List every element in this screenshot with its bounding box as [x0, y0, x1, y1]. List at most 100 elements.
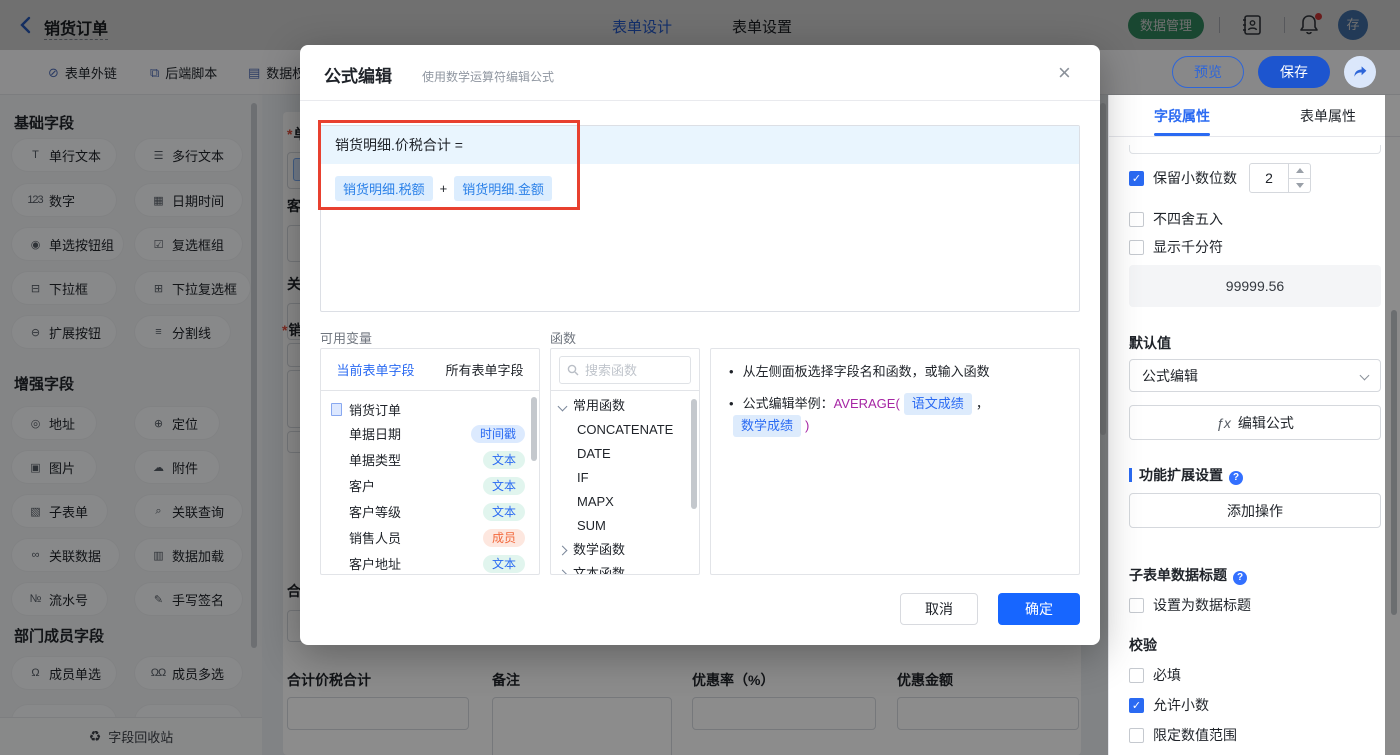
variable-name: 客户 [349, 479, 376, 494]
variable-name: 客户等级 [349, 505, 402, 520]
function-group-math[interactable]: 数学函数 [551, 538, 699, 562]
preview-button[interactable]: 预览 [1172, 56, 1244, 88]
question-icon[interactable]: ? [1229, 471, 1243, 485]
required-checkbox[interactable] [1129, 667, 1144, 683]
confirm-button[interactable]: 确定 [998, 593, 1080, 625]
group-label: 文本函数 [573, 566, 626, 575]
search-icon [567, 364, 579, 375]
search-placeholder: 搜索函数 [585, 363, 638, 378]
decimal-places-row: 保留小数位数 2 [1129, 163, 1311, 193]
share-arrow-icon [1354, 66, 1367, 77]
tab-current-form-fields[interactable]: 当前表单字段 [321, 360, 430, 379]
function-item[interactable]: IF [551, 466, 699, 490]
chevron-down-icon [557, 401, 568, 411]
modal-header-divider [300, 100, 1100, 101]
no-rounding-checkbox[interactable] [1129, 211, 1144, 227]
tab-form-properties[interactable]: 表单属性 [1255, 95, 1400, 136]
fx-icon: ƒx [1216, 414, 1231, 431]
allow-decimal-label: 允许小数 [1153, 697, 1209, 713]
tip-line-2: 公式编辑举例： AVERAGE( 语文成绩 ， 数学成绩 ) [729, 393, 1061, 437]
subform-title-text: 子表单数据标题 [1129, 567, 1227, 583]
cancel-button[interactable]: 取消 [900, 593, 978, 625]
decimal-places-input[interactable]: 2 [1249, 163, 1289, 193]
set-data-title-row: 设置为数据标题 [1129, 595, 1251, 615]
arrow-up-icon [1295, 168, 1304, 174]
function-name: DATE [577, 446, 611, 461]
variable-item[interactable]: 客户 文本 [321, 474, 539, 500]
quantity-stepper[interactable] [1289, 163, 1311, 193]
variables-tabs: 当前表单字段 所有表单字段 [321, 349, 539, 391]
properties-panel: 字段属性 表单属性 保留小数位数 2 不四舍五入 显示千分符 99999.56 … [1108, 95, 1400, 755]
function-item[interactable]: CONCATENATE [551, 418, 699, 442]
extension-title-text: 功能扩展设置 [1139, 467, 1223, 483]
limit-range-checkbox[interactable] [1129, 727, 1144, 743]
group-label: 数学函数 [573, 542, 626, 557]
required-label: 必填 [1153, 667, 1181, 683]
section-bar [1129, 468, 1132, 482]
type-badge: 文本 [482, 451, 525, 469]
no-rounding-row: 不四舍五入 [1129, 209, 1223, 229]
function-group-text[interactable]: 文本函数 [551, 562, 699, 575]
close-icon[interactable]: × [1058, 62, 1071, 84]
variable-item[interactable]: 销售人员 成员 [321, 526, 539, 552]
functions-label: 函数 [550, 331, 577, 346]
panel-edge-dim [1385, 95, 1400, 755]
set-data-title-checkbox[interactable] [1129, 597, 1144, 613]
required-row: 必填 [1129, 665, 1181, 685]
properties-tabs: 字段属性 表单属性 [1109, 95, 1400, 137]
question-icon[interactable]: ? [1233, 571, 1247, 585]
tree-root-form[interactable]: 销货订单 [321, 396, 539, 422]
variable-name: 单据类型 [349, 453, 402, 468]
type-badge: 文本 [482, 503, 525, 521]
variables-label: 可用变量 [320, 331, 373, 346]
tab-field-properties[interactable]: 字段属性 [1109, 95, 1255, 136]
modal-subtitle: 使用数学运算符编辑公式 [422, 70, 555, 84]
fn-close: ) [805, 418, 810, 433]
variable-item[interactable]: 客户等级 文本 [321, 500, 539, 526]
edit-formula-button[interactable]: ƒx 编辑公式 [1129, 405, 1381, 440]
tip-line-1: 从左侧面板选择字段名和函数，或输入函数 [729, 362, 1061, 382]
thousand-separator-checkbox[interactable] [1129, 239, 1144, 255]
arrow-down-icon [1295, 182, 1304, 188]
variable-item[interactable]: 客户地址 文本 [321, 552, 539, 574]
function-item[interactable]: SUM [551, 514, 699, 538]
function-search-input[interactable]: 搜索函数 [559, 355, 691, 384]
select-value: 公式编辑 [1142, 367, 1198, 384]
function-group-common[interactable]: 常用函数 [551, 394, 699, 418]
number-format-preview: 99999.56 [1129, 265, 1381, 307]
decimal-places-checkbox[interactable] [1129, 170, 1144, 186]
document-icon [331, 402, 342, 416]
default-value-select[interactable]: 公式编辑 [1129, 359, 1381, 392]
variable-name: 客户地址 [349, 557, 402, 572]
type-badge: 成员 [482, 529, 525, 547]
function-item[interactable]: MAPX [551, 490, 699, 514]
thousand-separator-label: 显示千分符 [1153, 239, 1223, 255]
thousand-separator-row: 显示千分符 [1129, 237, 1223, 257]
validation-title: 校验 [1129, 637, 1157, 653]
allow-decimal-checkbox[interactable] [1129, 697, 1144, 713]
tip-text: 公式编辑举例： [742, 396, 834, 411]
functions-scrollbar[interactable] [691, 399, 697, 509]
example-chip: 语文成绩 [903, 393, 972, 415]
fn-open: AVERAGE( [833, 396, 900, 411]
variables-scrollbar[interactable] [531, 397, 537, 461]
form-designer-app: 销货订单 表单设计 表单设置 数据管理 存 ⊘ 表单外链 ⧉ 后端脚本 ▤ 数据… [0, 0, 1400, 755]
add-action-button[interactable]: 添加操作 [1129, 493, 1381, 528]
save-button[interactable]: 保存 [1258, 56, 1330, 88]
limit-range-row: 限定数值范围 [1129, 725, 1237, 745]
share-button[interactable] [1344, 56, 1376, 88]
type-badge: 时间戳 [470, 425, 525, 443]
stepper-down[interactable] [1289, 179, 1310, 193]
stepper-up[interactable] [1289, 164, 1310, 179]
variable-item[interactable]: 单据类型 文本 [321, 448, 539, 474]
allow-decimal-row: 允许小数 [1129, 695, 1209, 715]
tab-all-form-fields[interactable]: 所有表单字段 [430, 360, 539, 379]
default-value-title: 默认值 [1129, 335, 1171, 351]
subform-data-title-section: 子表单数据标题? [1129, 565, 1247, 585]
annotation-highlight-box [318, 120, 580, 210]
tip-text: 从左侧面板选择字段名和函数，或输入函数 [742, 364, 990, 379]
variable-item[interactable]: 单据日期 时间戳 [321, 422, 539, 448]
function-item[interactable]: DATE [551, 442, 699, 466]
function-name: CONCATENATE [577, 422, 674, 437]
function-search-row: 搜索函数 [551, 349, 699, 391]
